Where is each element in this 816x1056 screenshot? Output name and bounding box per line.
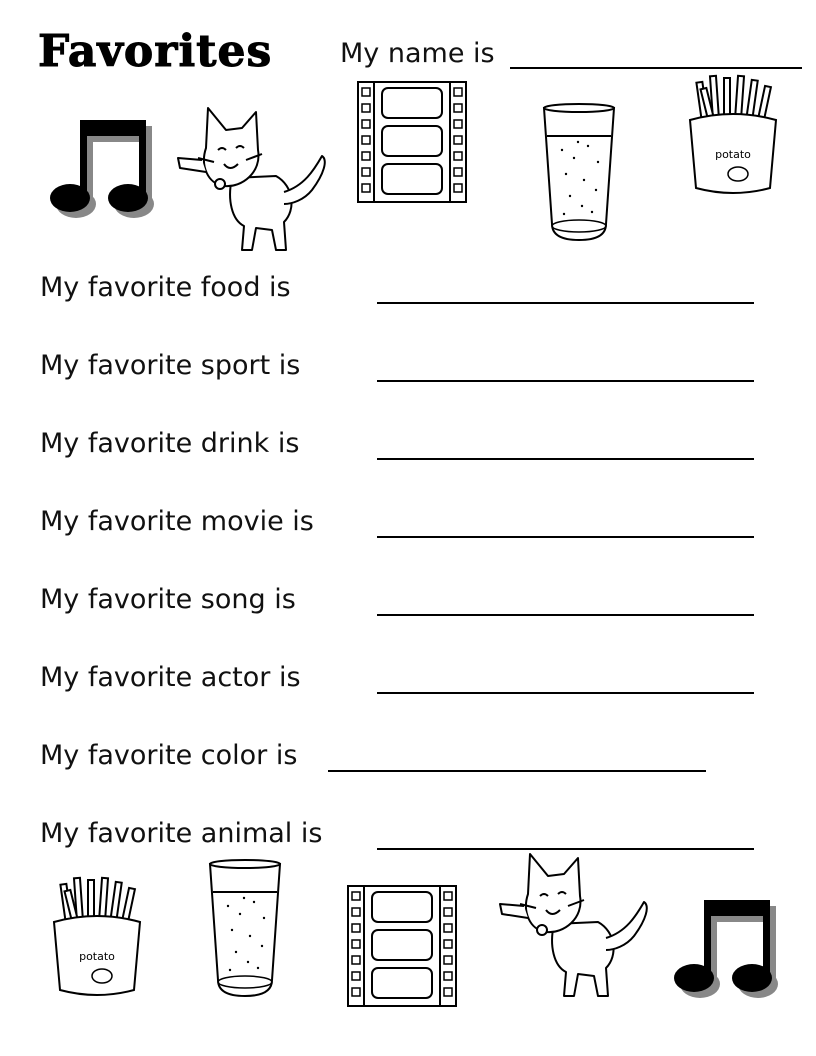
row-label-animal: My favorite animal is	[40, 818, 323, 849]
row-label-drink: My favorite drink is	[40, 428, 300, 459]
row-label-food: My favorite food is	[40, 272, 291, 303]
row-label-actor: My favorite actor is	[40, 662, 301, 693]
row-label-color: My favorite color is	[40, 740, 298, 771]
drink-glass-icon	[542, 103, 616, 242]
page-title: Favorites	[37, 26, 273, 78]
answer-line-movie[interactable]	[377, 536, 754, 538]
answer-line-actor[interactable]	[377, 692, 754, 694]
answer-line-sport[interactable]	[377, 380, 754, 382]
french-fries-icon: potato	[688, 74, 778, 194]
row-label-song: My favorite song is	[40, 584, 296, 615]
answer-line-song[interactable]	[377, 614, 754, 616]
drink-glass-icon	[208, 859, 282, 998]
row-label-movie: My favorite movie is	[40, 506, 314, 537]
potato-label: potato	[79, 950, 115, 963]
name-prompt: My name is	[340, 38, 495, 69]
answer-line-color[interactable]	[328, 770, 706, 772]
music-note-icon	[674, 900, 778, 998]
french-fries-icon: potato	[52, 876, 142, 996]
potato-label: potato	[715, 148, 751, 161]
cat-icon	[499, 853, 648, 997]
music-note-icon	[50, 120, 154, 218]
film-strip-icon	[357, 81, 467, 203]
name-answer-line[interactable]	[510, 67, 802, 69]
row-label-sport: My favorite sport is	[40, 350, 301, 381]
answer-line-drink[interactable]	[377, 458, 754, 460]
answer-line-food[interactable]	[377, 302, 754, 304]
film-strip-icon	[347, 885, 457, 1007]
cat-icon	[177, 107, 326, 251]
